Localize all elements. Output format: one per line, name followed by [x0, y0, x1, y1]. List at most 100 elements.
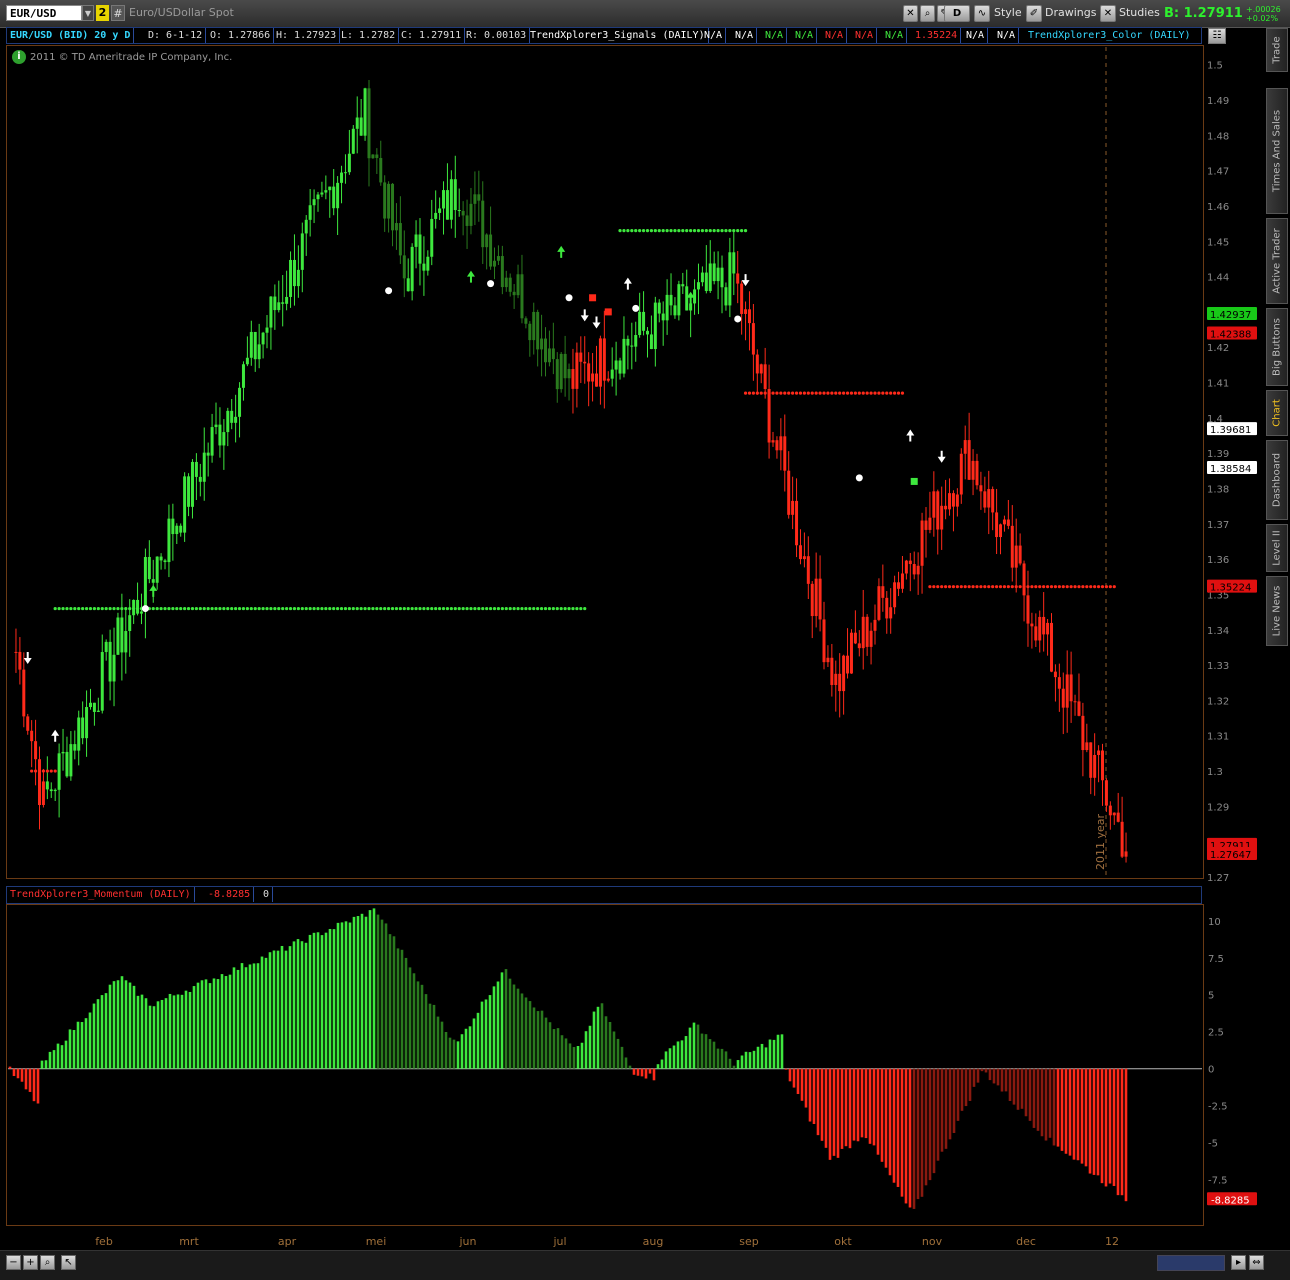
level-dot: [559, 606, 563, 611]
price-tick-label: 1.27: [1207, 873, 1229, 884]
momentum-bar: [24, 1068, 28, 1090]
candle-body: [967, 440, 971, 480]
momentum-bar: [456, 1041, 460, 1069]
momentum-bar: [840, 1068, 844, 1149]
momentum-bar: [816, 1068, 820, 1136]
candle-body: [598, 338, 602, 387]
level-dot: [936, 585, 940, 589]
candle-body: [77, 717, 81, 751]
tab-dashboard[interactable]: Dashboard: [1266, 440, 1288, 520]
candle-body: [328, 186, 332, 191]
level-dot: [622, 229, 626, 233]
level-dot: [653, 229, 657, 233]
candle-body: [677, 284, 681, 316]
momentum-bar: [260, 956, 264, 1069]
level-dot: [716, 229, 720, 233]
zoom-in-icon[interactable]: +: [23, 1255, 38, 1270]
level-dot: [677, 229, 681, 233]
momentum-bar: [452, 1039, 456, 1069]
expand-icon[interactable]: ⇔: [1249, 1255, 1264, 1270]
candle-body: [838, 673, 842, 692]
level-dot: [845, 391, 850, 395]
candle-body: [167, 518, 171, 563]
right-tab-strip: Trade Times And Sales Active Trader Big …: [1266, 28, 1288, 646]
momentum-bar: [736, 1060, 740, 1069]
level-dot: [1081, 585, 1085, 589]
candle-body: [614, 360, 618, 370]
level-dot: [33, 769, 38, 773]
horizontal-scrollbar[interactable]: [1157, 1255, 1225, 1271]
momentum-bar: [380, 919, 384, 1069]
momentum-bar: [44, 1060, 48, 1069]
momentum-bar: [308, 934, 312, 1069]
level-dot: [104, 606, 108, 611]
momentum-bar: [412, 973, 416, 1069]
level-dot: [387, 606, 391, 611]
chart-canvas[interactable]: 2011 year1.271.281.291.31.311.321.331.34…: [0, 0, 1290, 1279]
momentum-bar: [604, 1016, 608, 1069]
level-dot: [536, 606, 540, 611]
candle-body: [261, 332, 265, 345]
momentum-bar: [104, 993, 108, 1069]
scroll-right-icon[interactable]: ▸: [1231, 1255, 1246, 1270]
tab-big-buttons[interactable]: Big Buttons: [1266, 308, 1288, 386]
candle-body: [1108, 805, 1112, 816]
level-dot: [500, 606, 504, 611]
level-dot: [155, 606, 159, 611]
signal-dot: [565, 294, 573, 302]
level-dot: [1006, 585, 1010, 589]
signal-dot: [141, 605, 149, 613]
month-label: apr: [278, 1235, 297, 1248]
momentum-bar: [564, 1038, 568, 1069]
candle-body: [104, 641, 108, 653]
magnifier-icon[interactable]: ⌕: [40, 1255, 55, 1270]
candle-body: [987, 489, 991, 508]
momentum-bar: [224, 976, 228, 1069]
level-dot: [112, 606, 116, 611]
momentum-bar: [240, 963, 244, 1069]
level-dot: [779, 391, 783, 395]
candle-body: [736, 273, 740, 284]
candle-body: [108, 641, 112, 682]
momentum-bar: [1124, 1068, 1128, 1202]
momentum-bar: [920, 1068, 924, 1197]
momentum-bar: [476, 1012, 480, 1069]
momentum-bar: [756, 1046, 760, 1069]
level-dot: [277, 606, 281, 611]
momentum-bar: [48, 1051, 52, 1069]
candle-body: [869, 630, 873, 647]
price-tick-label: 1.49: [1207, 96, 1229, 107]
tab-level-ii[interactable]: Level II: [1266, 524, 1288, 572]
pointer-icon[interactable]: ↖: [61, 1255, 76, 1270]
level-dot: [1030, 585, 1034, 589]
tab-active-trader[interactable]: Active Trader: [1266, 218, 1288, 304]
momentum-bar: [472, 1018, 476, 1069]
candle-body: [187, 476, 191, 507]
candle-body: [477, 194, 481, 201]
candle-body: [795, 500, 799, 546]
tab-trade[interactable]: Trade: [1266, 28, 1288, 72]
price-tick-label: 1.36: [1207, 555, 1229, 566]
level-dot: [1069, 585, 1073, 589]
momentum-bar: [936, 1068, 940, 1161]
momentum-bubble-label: -8.8285: [1211, 1195, 1250, 1206]
level-dot: [692, 229, 697, 233]
candle-body: [206, 452, 210, 456]
zoom-out-icon[interactable]: −: [6, 1255, 21, 1270]
candle-body: [22, 669, 26, 717]
tab-chart[interactable]: Chart: [1266, 390, 1288, 436]
candle-body: [81, 717, 85, 739]
momentum-bar: [172, 995, 176, 1069]
level-dot: [1022, 585, 1026, 589]
price-tick-label: 1.5: [1207, 61, 1223, 72]
level-dot: [787, 391, 791, 395]
tab-times-and-sales[interactable]: Times And Sales: [1266, 88, 1288, 214]
candle-body: [971, 460, 975, 480]
price-tick-label: 1.37: [1207, 520, 1229, 531]
level-dot: [1112, 585, 1116, 589]
tab-live-news[interactable]: Live News: [1266, 576, 1288, 646]
candle-body: [912, 564, 916, 575]
level-dot: [893, 391, 897, 395]
level-dot: [269, 606, 273, 611]
momentum-bar: [512, 984, 516, 1069]
